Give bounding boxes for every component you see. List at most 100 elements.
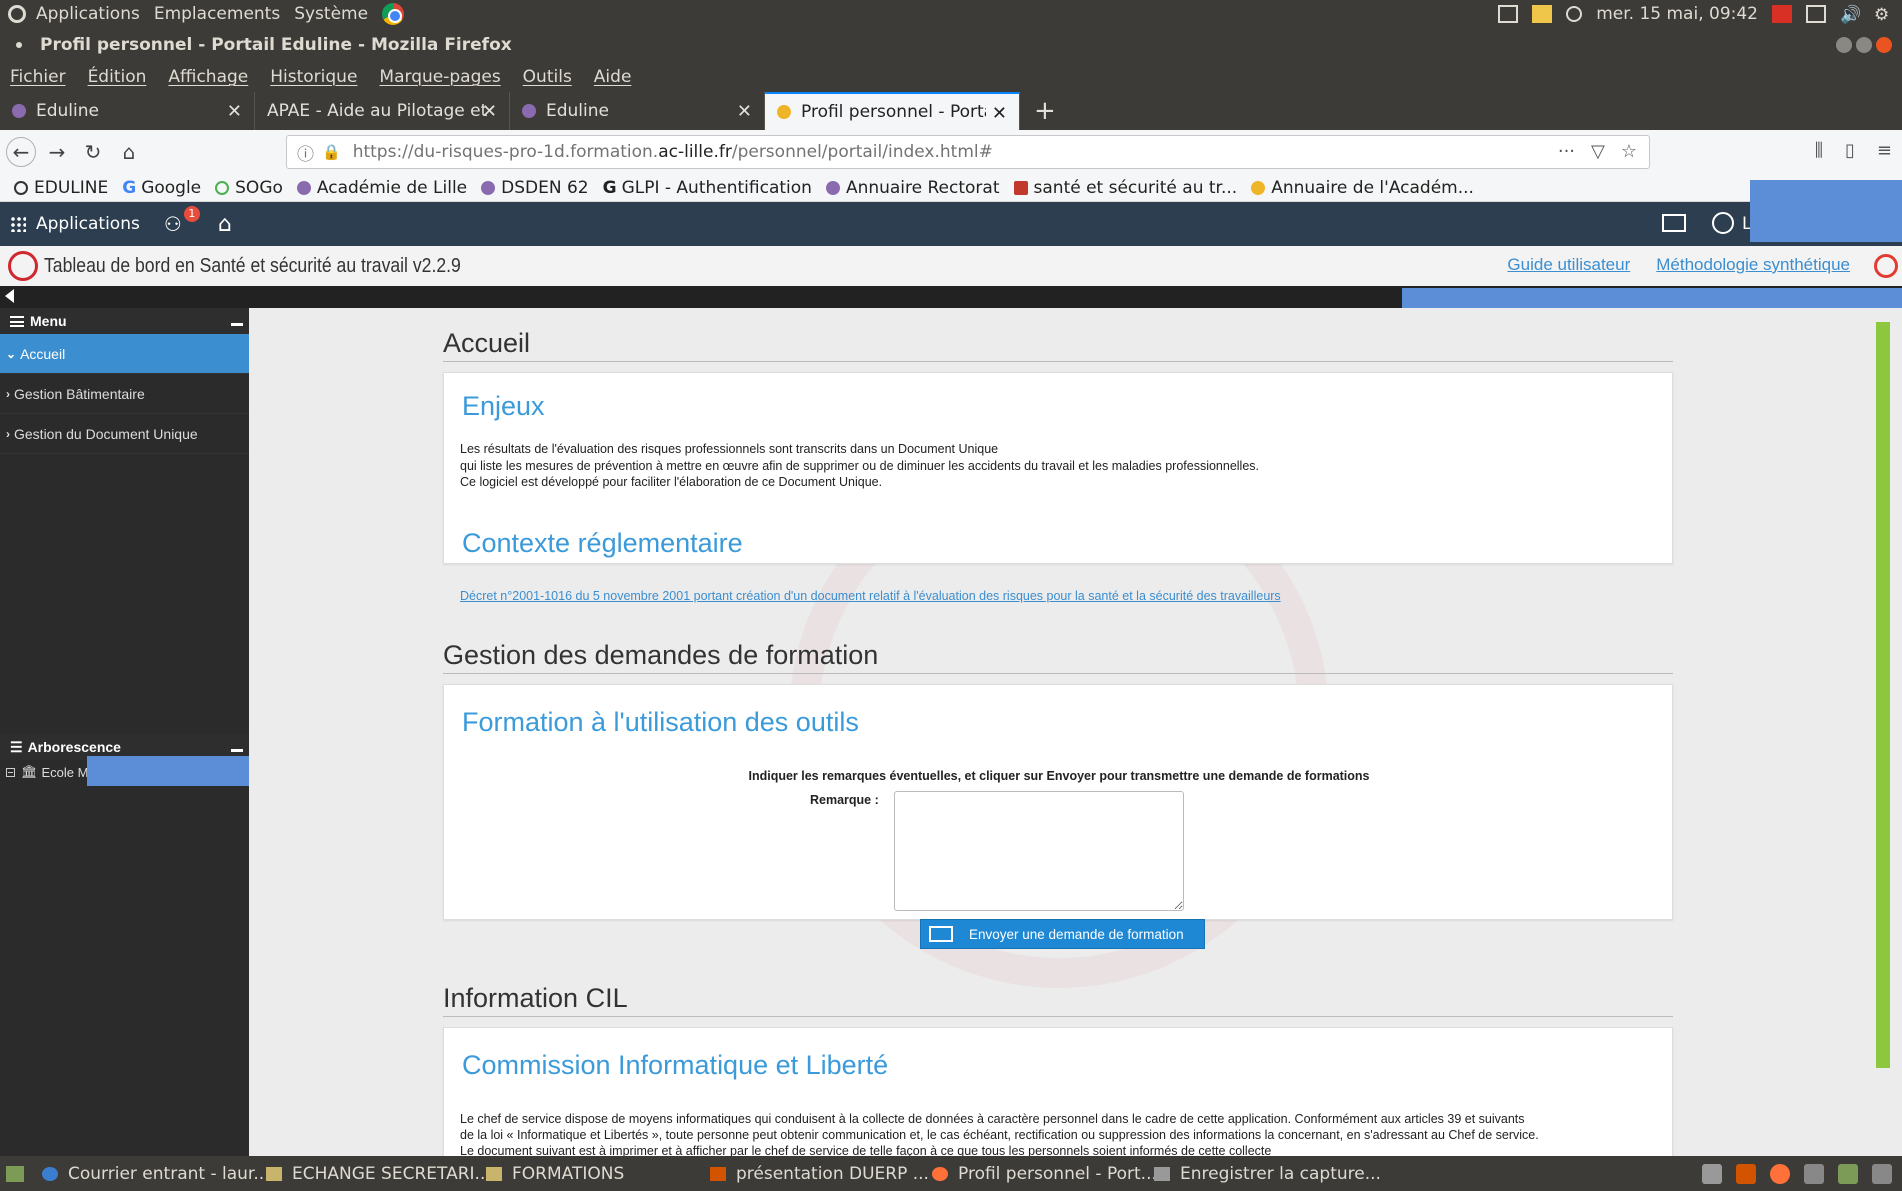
new-tab-plus-icon[interactable]: + xyxy=(1020,92,1070,130)
menu-edition[interactable]: Édition xyxy=(88,67,147,87)
menu-marque-pages[interactable]: Marque-pages xyxy=(379,67,500,87)
applications-link[interactable]: Applications xyxy=(36,214,140,234)
bookmark-academie-lille[interactable]: Académie de Lille xyxy=(296,178,467,198)
bookmark-star-icon[interactable]: ☆ xyxy=(1621,141,1637,162)
tab-profil-personnel[interactable]: Profil personnel - Portail ✕ xyxy=(765,92,1020,130)
eduline-favicon-icon xyxy=(12,104,26,118)
url-bar[interactable]: ⓘ 🔒 https://du-risques-pro-1d.formation.… xyxy=(286,135,1650,169)
settings-gear-icon[interactable]: ⚙ xyxy=(1874,5,1894,25)
page-scrollbar[interactable] xyxy=(1876,308,1902,1156)
collapse-menu-icon[interactable] xyxy=(231,323,243,326)
close-window-icon[interactable] xyxy=(1876,37,1892,53)
forward-arrow-icon[interactable]: → xyxy=(42,137,72,167)
tab-close-icon[interactable]: ✕ xyxy=(227,101,242,122)
scrollbar-thumb[interactable] xyxy=(1876,322,1890,1068)
library-icon[interactable]: ⫼ xyxy=(1815,140,1823,161)
sidebar-item-gestion-batimentaire[interactable]: › Gestion Bâtimentaire xyxy=(0,374,249,414)
menu-historique[interactable]: Historique xyxy=(270,67,357,87)
task-echange[interactable]: ECHANGE SECRETARI... xyxy=(266,1156,491,1191)
tab-eduline-2[interactable]: Eduline ✕ xyxy=(510,92,765,130)
calendar-tray-icon[interactable] xyxy=(1772,5,1792,23)
impress-launcher-icon[interactable] xyxy=(1736,1163,1756,1184)
formation-instructions: Indiquer les remarques éventuelles, et c… xyxy=(748,769,1370,783)
task-capture[interactable]: Enregistrer la capture... xyxy=(1154,1156,1381,1191)
tab-close-icon[interactable]: ✕ xyxy=(482,101,497,122)
send-formation-request-button[interactable]: Envoyer une demande de formation xyxy=(920,919,1205,949)
notifications-icon[interactable]: ⚇ 1 xyxy=(164,206,200,236)
task-courrier[interactable]: Courrier entrant - laur... xyxy=(42,1156,270,1191)
sidebar-item-accueil[interactable]: ⌄ Accueil xyxy=(0,334,249,374)
reload-icon[interactable]: ↻ xyxy=(78,137,108,167)
remarque-textarea[interactable] xyxy=(894,791,1184,911)
cil-title: Commission Informatique et Liberté xyxy=(462,1050,889,1080)
active-firefox-launcher-icon[interactable] xyxy=(1838,1163,1858,1184)
url-text[interactable]: https://du-risques-pro-1d.formation.ac-l… xyxy=(353,142,993,162)
clock[interactable]: mer. 15 mai, 09:42 xyxy=(1596,4,1758,24)
card-formation: Formation à l'utilisation des outils Ind… xyxy=(443,684,1673,949)
sidebar-toggle-icon[interactable]: ▯ xyxy=(1845,140,1855,161)
remarque-label: Remarque : xyxy=(810,793,879,807)
volume-icon[interactable]: 🔊 xyxy=(1840,5,1861,25)
menu-aide[interactable]: Aide xyxy=(594,67,632,87)
show-desktop-icon[interactable] xyxy=(6,1166,24,1182)
maximize-icon[interactable] xyxy=(1856,37,1872,53)
tab-close-icon[interactable]: ✕ xyxy=(992,103,1007,124)
pocket-icon[interactable]: ▽ xyxy=(1591,141,1605,162)
back-arrow-icon[interactable]: ← xyxy=(6,137,36,167)
lock-icon[interactable]: 🔒 xyxy=(322,143,341,161)
app-logo-icon xyxy=(8,251,38,281)
tree-collapse-icon[interactable] xyxy=(6,767,15,777)
bookmark-annuaire-academie[interactable]: Annuaire de l'Académ... xyxy=(1251,178,1474,198)
page-actions-ellipsis-icon[interactable]: ··· xyxy=(1558,141,1575,162)
minimize-icon[interactable] xyxy=(1836,37,1852,53)
user-account-icon[interactable] xyxy=(1712,212,1734,234)
methodologie-link[interactable]: Méthodologie synthétique xyxy=(1656,255,1850,275)
bookmark-sante-securite[interactable]: santé et sécurité au tr... xyxy=(1013,178,1237,198)
home-icon[interactable]: ⌂ xyxy=(114,137,144,167)
display-icon[interactable] xyxy=(1498,5,1519,23)
logout-power-icon[interactable] xyxy=(1874,254,1898,278)
sidebar-item-gestion-document-unique[interactable]: › Gestion du Document Unique xyxy=(0,414,249,454)
collapse-sidebar-icon[interactable] xyxy=(5,289,14,303)
decret-link[interactable]: Décret n°2001-1016 du 5 novembre 2001 po… xyxy=(460,589,1281,603)
chrome-launcher-icon[interactable] xyxy=(382,3,405,25)
menu-fichier[interactable]: Fichier xyxy=(10,67,66,87)
bookmark-sogo[interactable]: SOGo xyxy=(215,178,283,198)
main-content: Accueil Enjeux Les résultats de l'évalua… xyxy=(249,308,1876,1156)
collapse-tree-icon[interactable] xyxy=(231,749,243,752)
task-formations[interactable]: FORMATIONS xyxy=(486,1156,624,1191)
menu-outils[interactable]: Outils xyxy=(523,67,572,87)
tab-apae[interactable]: APAE - Aide au Pilotage et à ✕ xyxy=(255,92,510,130)
screenshot-launcher-icon[interactable] xyxy=(1804,1163,1824,1184)
mail-icon[interactable] xyxy=(1662,214,1686,232)
guide-utilisateur-link[interactable]: Guide utilisateur xyxy=(1507,255,1630,275)
power-tray-icon[interactable] xyxy=(1566,6,1583,22)
cil-line-1: Le chef de service dispose de moyens inf… xyxy=(460,1112,1525,1126)
panel-menu-places[interactable]: Emplacements xyxy=(154,4,280,24)
tree-node-label[interactable]: Ecole M xyxy=(42,765,89,780)
menu-affichage[interactable]: Affichage xyxy=(168,67,248,87)
ubuntu-logo-icon[interactable] xyxy=(8,5,26,23)
trash-icon[interactable] xyxy=(1872,1163,1892,1184)
tab-close-icon[interactable]: ✕ xyxy=(737,101,752,122)
portal-home-icon[interactable]: ⌂ xyxy=(218,212,232,237)
task-firefox[interactable]: Profil personnel - Port... xyxy=(932,1156,1157,1191)
bookmark-annuaire-rectorat[interactable]: Annuaire Rectorat xyxy=(825,178,1000,198)
firefox-launcher-icon[interactable] xyxy=(1770,1163,1790,1184)
tab-eduline-1[interactable]: Eduline ✕ xyxy=(0,92,255,130)
hamburger-menu-icon[interactable]: ≡ xyxy=(1877,140,1892,161)
sante-icon xyxy=(1013,180,1028,195)
bookmark-google[interactable]: G Google xyxy=(122,178,201,198)
bookmark-eduline[interactable]: EDULINE xyxy=(14,178,108,198)
panel-menu-applications[interactable]: Applications xyxy=(36,4,140,24)
panel-menu-system[interactable]: Système xyxy=(294,4,368,24)
trash-launcher-icon[interactable] xyxy=(1702,1163,1722,1184)
task-presentation[interactable]: présentation DUERP ... xyxy=(710,1156,929,1191)
mail-tray-icon[interactable] xyxy=(1806,5,1826,23)
enjeux-line-1: Les résultats de l'évaluation des risque… xyxy=(460,442,999,456)
apps-grid-icon[interactable] xyxy=(10,216,26,232)
bookmark-glpi[interactable]: G GLPI - Authentification xyxy=(603,178,812,198)
info-icon[interactable]: ⓘ xyxy=(297,140,314,165)
bookmark-dsden-62[interactable]: DSDEN 62 xyxy=(481,178,589,198)
folder-icon[interactable] xyxy=(1532,5,1553,23)
